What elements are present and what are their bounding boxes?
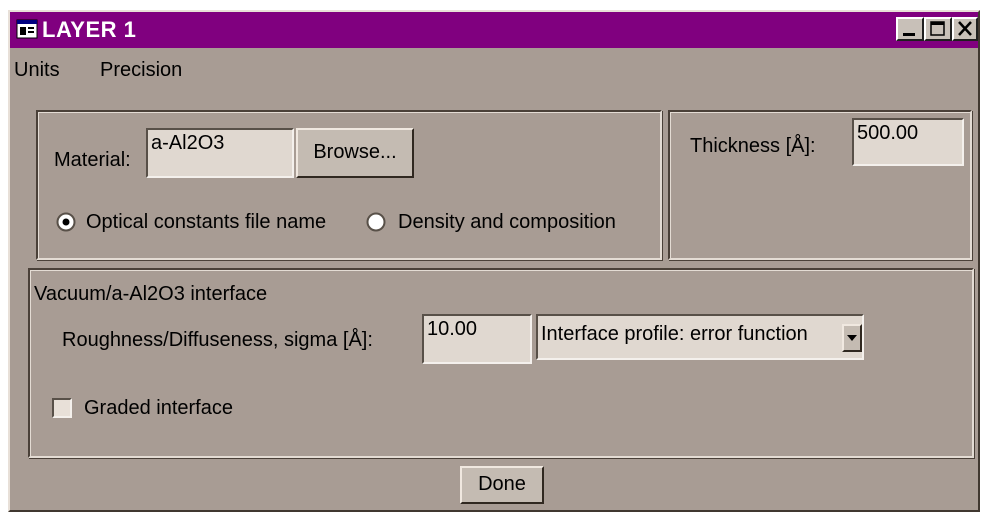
roughness-field[interactable]: 10.00 (422, 314, 532, 364)
minimize-button[interactable] (896, 17, 924, 41)
thickness-label: Thickness [Å]: (690, 135, 816, 157)
graded-interface-label[interactable]: Graded interface (84, 396, 233, 420)
radio-optical-constants-label[interactable]: Optical constants file name (86, 210, 326, 234)
maximize-icon (930, 21, 945, 36)
radio-density-composition-label[interactable]: Density and composition (398, 210, 616, 234)
dropdown-arrow-button[interactable] (842, 324, 862, 352)
interface-group: Vacuum/a-Al2O3 interface Roughness/Diffu… (28, 268, 974, 458)
menu-bar: Units Precision (10, 52, 978, 86)
thickness-group: Thickness [Å]: 500.00 (668, 110, 972, 260)
radio-optical-constants[interactable] (56, 212, 76, 232)
minimize-icon (903, 33, 915, 36)
layer-window: LAYER 1 Units Precision Material: a-Al2O… (8, 10, 980, 512)
menu-precision[interactable]: Precision (100, 58, 182, 82)
material-field[interactable]: a-Al2O3 (146, 128, 294, 178)
radio-density-composition[interactable] (366, 212, 386, 232)
graded-interface-checkbox[interactable] (52, 398, 72, 418)
interface-profile-value: Interface profile: error function (541, 323, 808, 345)
maximize-button[interactable] (924, 17, 952, 41)
interface-profile-select[interactable]: Interface profile: error function (536, 314, 864, 360)
interface-title: Vacuum/a-Al2O3 interface (34, 283, 268, 305)
roughness-label: Roughness/Diffuseness, sigma [Å]: (62, 329, 373, 351)
chevron-down-icon (847, 335, 857, 341)
window-title: LAYER 1 (42, 17, 137, 42)
thickness-field[interactable]: 500.00 (852, 118, 964, 166)
browse-button[interactable]: Browse... (296, 128, 414, 178)
title-bar[interactable]: LAYER 1 (10, 12, 978, 48)
close-icon (958, 21, 972, 36)
menu-units[interactable]: Units (14, 58, 60, 82)
done-button[interactable]: Done (460, 466, 544, 504)
material-group: Material: a-Al2O3 Browse... Optical cons… (36, 110, 662, 260)
close-button[interactable] (952, 17, 978, 41)
material-label: Material: (54, 149, 131, 171)
app-window-icon[interactable] (16, 18, 38, 40)
